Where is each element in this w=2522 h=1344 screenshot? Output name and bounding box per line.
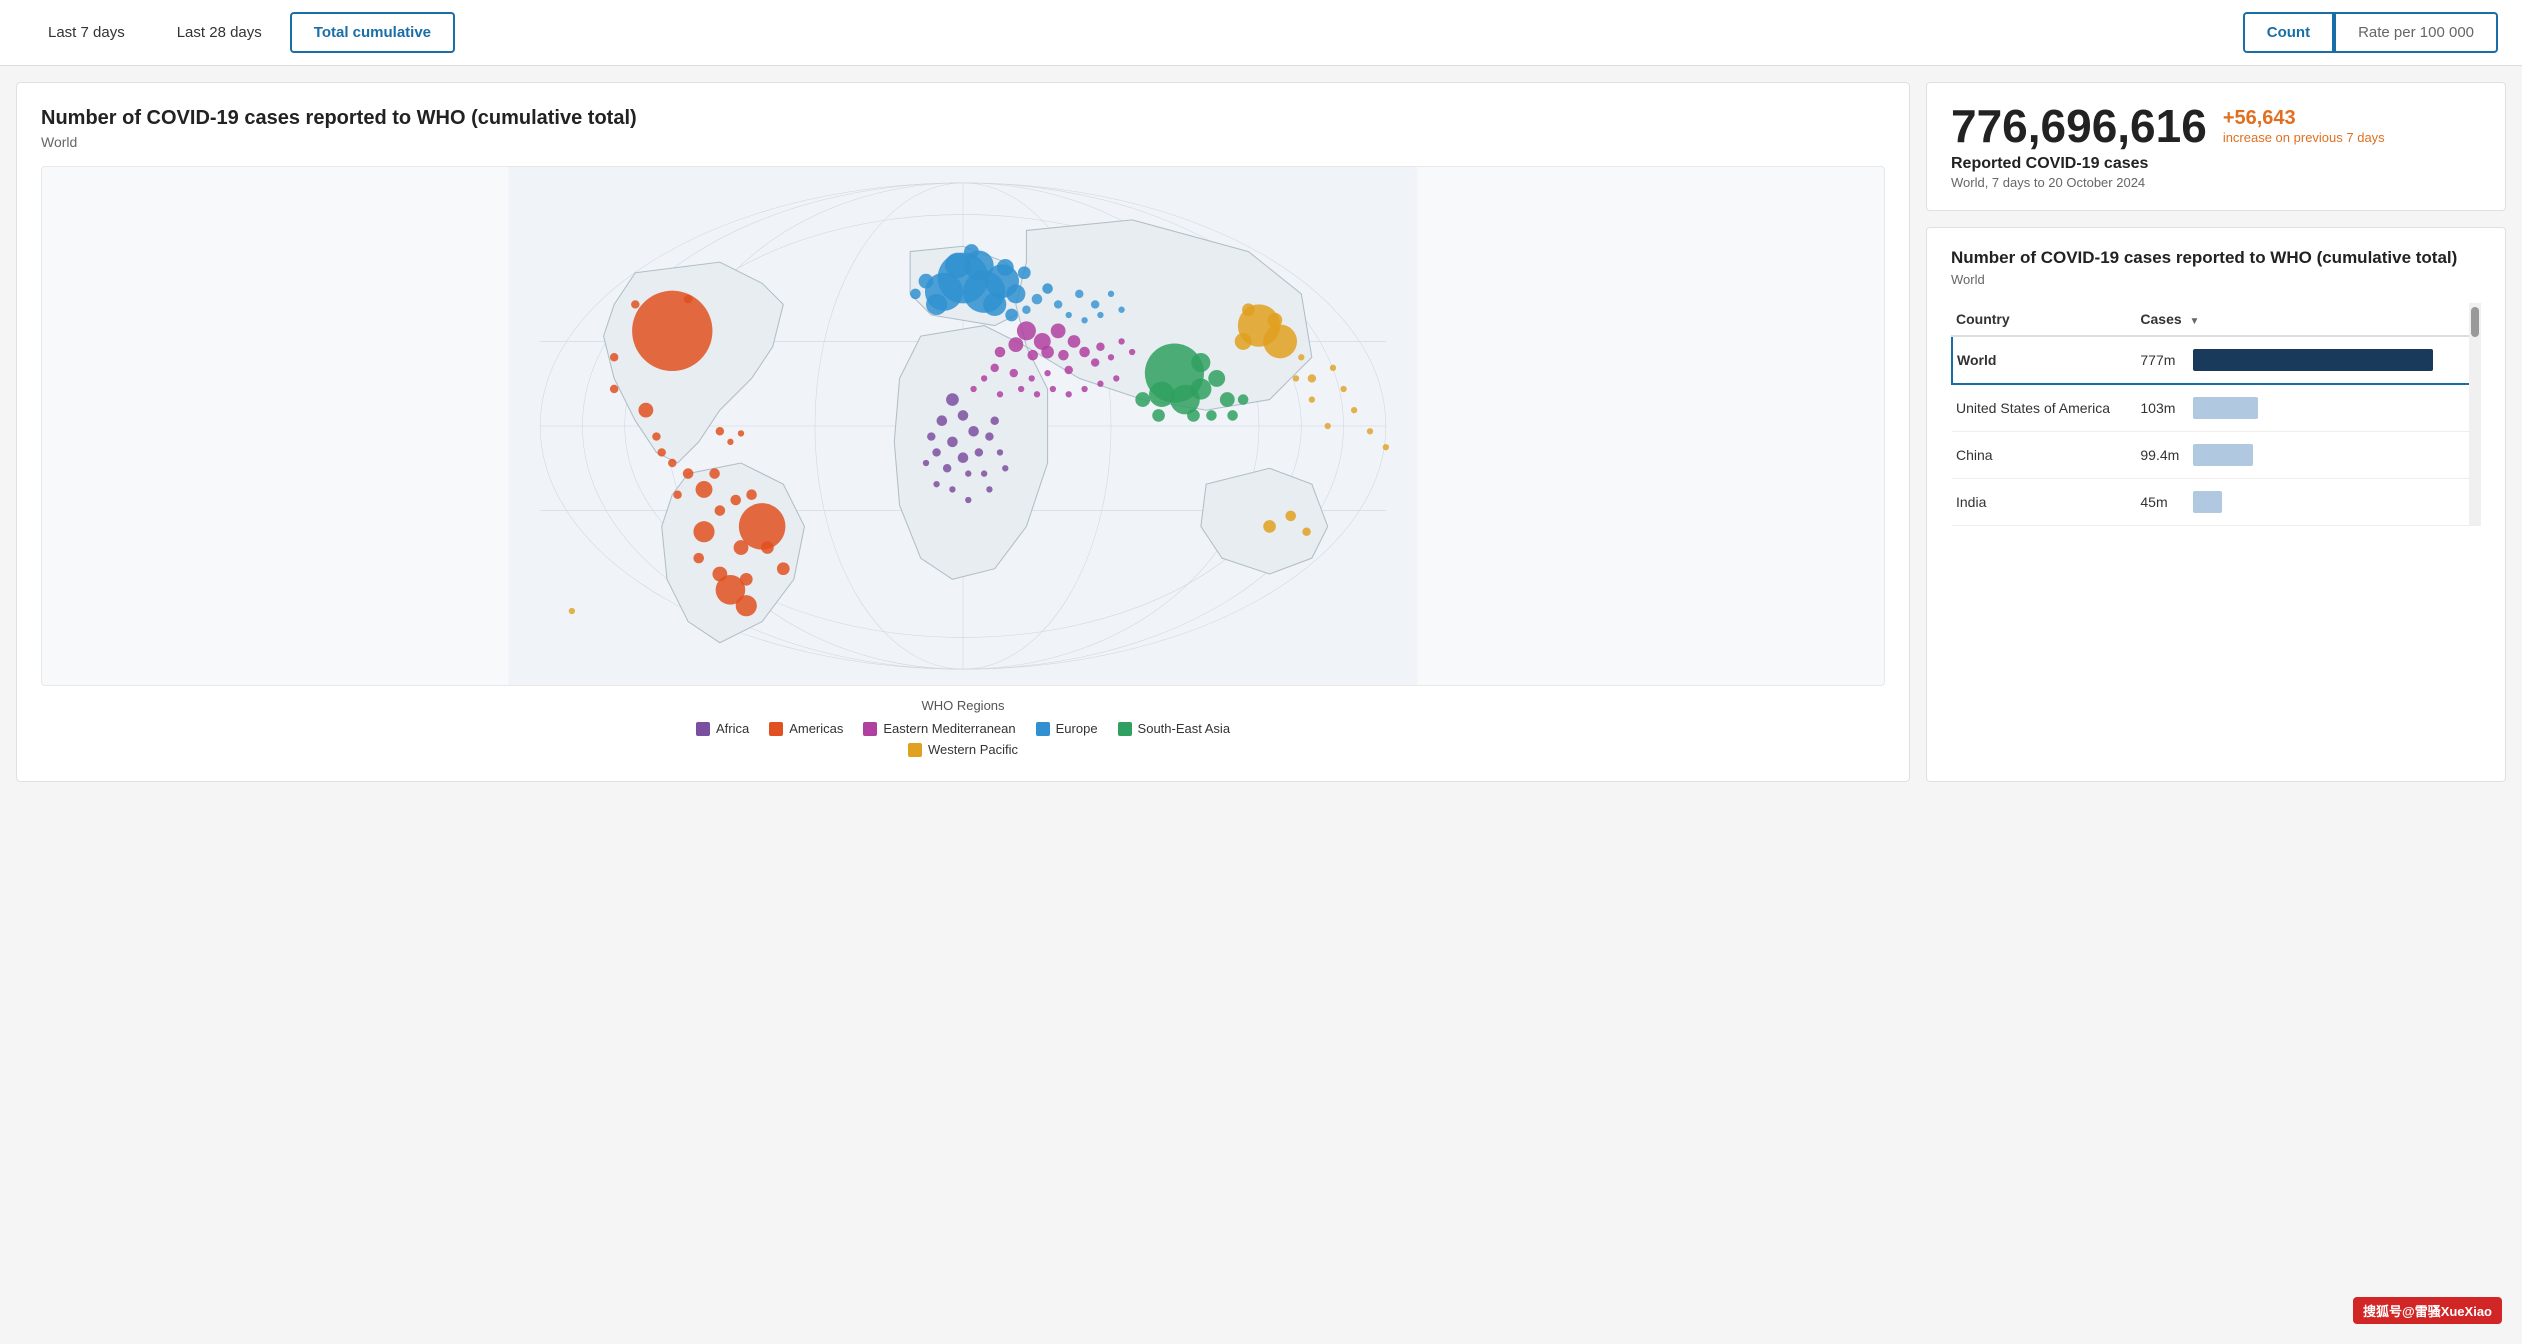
tab-total[interactable]: Total cumulative: [290, 12, 455, 53]
bar-visual: [2193, 349, 2433, 371]
table-wrapper: Country Cases ▼ World777mUnited States o…: [1951, 303, 2481, 526]
stat-sub: World, 7 days to 20 October 2024: [1951, 175, 2481, 190]
sea-label: South-East Asia: [1138, 721, 1231, 736]
table-row[interactable]: United States of America103m: [1952, 384, 2480, 432]
rate-toggle[interactable]: Rate per 100 000: [2334, 12, 2498, 53]
map-container: [41, 166, 1885, 686]
left-panel: Number of COVID-19 cases reported to WHO…: [16, 82, 1910, 782]
legend-item-sea: South-East Asia: [1118, 721, 1231, 736]
cell-country: India: [1952, 479, 2136, 526]
cell-country: United States of America: [1952, 384, 2136, 432]
europe-label: Europe: [1056, 721, 1098, 736]
count-toggle[interactable]: Count: [2243, 12, 2334, 53]
cell-country: World: [1952, 336, 2136, 384]
main-content: Number of COVID-19 cases reported to WHO…: [0, 66, 2522, 798]
table-row[interactable]: World777m: [1952, 336, 2480, 384]
bar-visual: [2193, 491, 2222, 513]
data-table: Country Cases ▼ World777mUnited States o…: [1951, 303, 2481, 526]
sort-arrow: ▼: [2190, 316, 2200, 327]
stat-card: 776,696,616 +56,643 increase on previous…: [1926, 82, 2506, 211]
table-row[interactable]: China99.4m: [1952, 432, 2480, 479]
watermark: 搜狐号@雷骚XueXiao: [2353, 1297, 2502, 1324]
wp-dot: [908, 743, 922, 757]
africa-dot: [696, 722, 710, 736]
legend-items: Africa Americas Eastern Mediterranean Eu…: [41, 721, 1885, 736]
legend-title: WHO Regions: [41, 698, 1885, 713]
table-subtitle: World: [1951, 272, 2481, 287]
bar-value: 103m: [2140, 400, 2185, 416]
table-card: Number of COVID-19 cases reported to WHO…: [1926, 227, 2506, 782]
col-country: Country: [1952, 303, 2136, 336]
stat-change: +56,643 increase on previous 7 days: [2223, 103, 2385, 145]
tab-last28[interactable]: Last 28 days: [153, 12, 286, 53]
bar-visual: [2193, 444, 2253, 466]
chart-title: Number of COVID-19 cases reported to WHO…: [41, 107, 1885, 130]
scrollbar-thumb: [2471, 307, 2479, 337]
stat-change-label: increase on previous 7 days: [2223, 130, 2385, 145]
table-title: Number of COVID-19 cases reported to WHO…: [1951, 248, 2481, 268]
europe-dot: [1036, 722, 1050, 736]
legend-item-europe: Europe: [1036, 721, 1098, 736]
table-row[interactable]: India45m: [1952, 479, 2480, 526]
bar-value: 99.4m: [2140, 447, 2185, 463]
world-map-svg: [42, 167, 1884, 685]
legend-item-africa: Africa: [696, 721, 749, 736]
legend-item-wp: Western Pacific: [908, 742, 1018, 757]
cell-cases: 777m: [2136, 336, 2480, 384]
stat-number: 776,696,616: [1951, 103, 2207, 149]
africa-label: Africa: [716, 721, 749, 736]
chart-subtitle: World: [41, 134, 1885, 150]
stat-change-value: +56,643: [2223, 107, 2385, 130]
bar-value: 45m: [2140, 494, 2185, 510]
legend-item-americas: Americas: [769, 721, 843, 736]
bar-value: 777m: [2140, 352, 2185, 368]
legend-item-eastern-med: Eastern Mediterranean: [863, 721, 1015, 736]
eastern-med-label: Eastern Mediterranean: [883, 721, 1015, 736]
cell-cases: 99.4m: [2136, 432, 2480, 479]
americas-dot: [769, 722, 783, 736]
wp-label: Western Pacific: [928, 742, 1018, 757]
map-legend: WHO Regions Africa Americas Eastern Medi…: [41, 698, 1885, 757]
sea-dot: [1118, 722, 1132, 736]
scrollbar[interactable]: [2469, 303, 2481, 526]
right-panel: 776,696,616 +56,643 increase on previous…: [1926, 82, 2506, 782]
americas-label: Americas: [789, 721, 843, 736]
cell-cases: 45m: [2136, 479, 2480, 526]
stat-main: 776,696,616 +56,643 increase on previous…: [1951, 103, 2481, 149]
stat-desc: Reported COVID-19 cases: [1951, 155, 2481, 173]
eastern-med-dot: [863, 722, 877, 736]
cell-cases: 103m: [2136, 384, 2480, 432]
legend-items-row2: Western Pacific: [41, 742, 1885, 757]
bar-visual: [2193, 397, 2258, 419]
tab-group: Last 7 days Last 28 days Total cumulativ…: [24, 12, 455, 53]
col-cases[interactable]: Cases ▼: [2136, 303, 2480, 336]
top-bar: Last 7 days Last 28 days Total cumulativ…: [0, 0, 2522, 66]
view-toggle: Count Rate per 100 000: [2243, 12, 2498, 53]
cell-country: China: [1952, 432, 2136, 479]
tab-last7[interactable]: Last 7 days: [24, 12, 149, 53]
